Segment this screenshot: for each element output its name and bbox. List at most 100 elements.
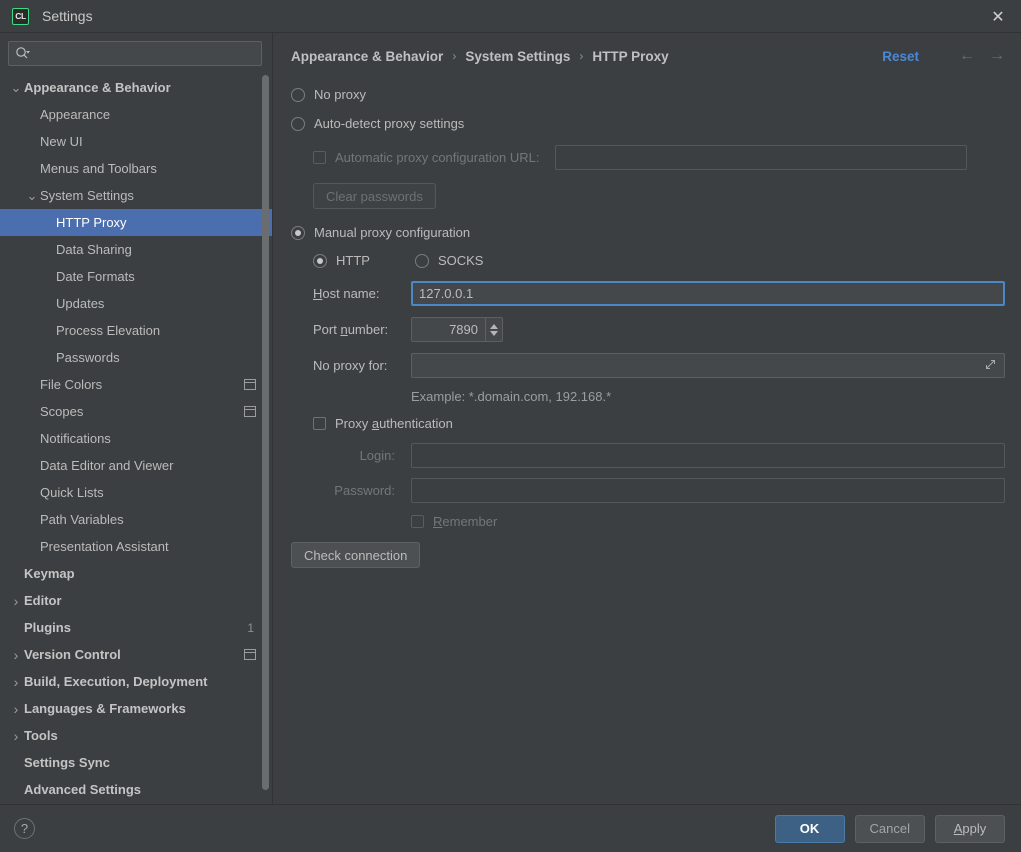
sidebar-item-version-control[interactable]: › Version Control — [0, 641, 272, 668]
check-connection-row: Check connection — [291, 542, 1005, 568]
password-input[interactable] — [411, 478, 1005, 503]
sidebar-item-keymap[interactable]: Keymap — [0, 560, 272, 587]
sidebar-item-build-execution-deployment[interactable]: › Build, Execution, Deployment — [0, 668, 272, 695]
remember-checkbox[interactable] — [411, 515, 424, 528]
http-radio[interactable] — [313, 253, 327, 268]
chevron-right-icon[interactable]: › — [8, 593, 24, 609]
sidebar-item-system-settings[interactable]: ⌄ System Settings — [0, 182, 272, 209]
manual-proxy-radio[interactable] — [291, 225, 305, 240]
no-proxy-radio[interactable] — [291, 87, 305, 102]
sidebar-item-file-colors[interactable]: File Colors — [0, 371, 272, 398]
sidebar-item-languages-frameworks[interactable]: › Languages & Frameworks — [0, 695, 272, 722]
plugins-count-badge: 1 — [247, 620, 254, 635]
port-label-post: umber: — [347, 322, 389, 337]
apply-button[interactable]: Apply — [935, 814, 1005, 843]
proxy-auth-pre: Proxy — [335, 416, 372, 431]
sidebar-item-label: Advanced Settings — [24, 782, 142, 797]
sidebar-scrollbar[interactable] — [262, 75, 269, 790]
sidebar-item-label: Passwords — [56, 350, 120, 365]
proxy-auth-mnemonic: a — [371, 416, 380, 431]
no-proxy-for-row: No proxy for: — [291, 353, 1005, 378]
sidebar-item-label: HTTP Proxy — [56, 215, 127, 230]
stepper-up-icon[interactable] — [490, 323, 498, 329]
socks-label: SOCKS — [437, 253, 484, 268]
auto-config-url-checkbox[interactable] — [313, 151, 326, 164]
cancel-button[interactable]: Cancel — [854, 814, 925, 843]
no-proxy-option[interactable]: No proxy — [291, 87, 1005, 102]
host-name-input[interactable]: 127.0.0.1 — [411, 281, 1005, 306]
port-stepper-buttons[interactable] — [485, 318, 502, 341]
sidebar-item-date-formats[interactable]: Date Formats — [0, 263, 272, 290]
auto-config-url-input[interactable] — [555, 145, 968, 170]
sidebar-item-presentation-assistant[interactable]: Presentation Assistant — [0, 533, 272, 560]
sidebar-item-data-editor-and-viewer[interactable]: Data Editor and Viewer — [0, 452, 272, 479]
port-number-value[interactable]: 7890 — [412, 318, 485, 341]
clear-passwords-row: Clear passwords — [291, 183, 1005, 209]
help-icon[interactable]: ? — [14, 818, 35, 839]
settings-content: Appearance & Behavior › System Settings … — [273, 33, 1021, 804]
stepper-down-icon[interactable] — [490, 330, 498, 336]
login-label: Login: — [359, 448, 395, 463]
login-input[interactable] — [411, 443, 1005, 468]
sidebar-item-label: Plugins — [24, 620, 71, 635]
sidebar-item-menus-and-toolbars[interactable]: Menus and Toolbars — [0, 155, 272, 182]
sidebar-item-updates[interactable]: Updates — [0, 290, 272, 317]
ok-button[interactable]: OK — [774, 814, 845, 843]
chevron-down-icon[interactable]: ⌄ — [24, 189, 40, 202]
chevron-right-icon[interactable]: › — [8, 674, 24, 690]
apply-label-rest: pply — [962, 821, 987, 836]
sidebar-item-appearance[interactable]: Appearance — [0, 101, 272, 128]
chevron-down-icon[interactable]: ⌄ — [8, 81, 24, 94]
proxy-auth-row[interactable]: Proxy authentication — [291, 416, 1005, 431]
chevron-right-icon[interactable]: › — [8, 647, 24, 663]
port-number-mnemonic: n — [340, 322, 348, 337]
sidebar-item-http-proxy[interactable]: HTTP Proxy — [0, 209, 272, 236]
auto-detect-option[interactable]: Auto-detect proxy settings — [291, 116, 1005, 131]
sidebar-item-label: Appearance — [40, 107, 111, 122]
sidebar-item-passwords[interactable]: Passwords — [0, 344, 272, 371]
chevron-right-icon[interactable]: › — [8, 728, 24, 744]
sidebar-item-path-variables[interactable]: Path Variables — [0, 506, 272, 533]
sidebar-item-tools[interactable]: › Tools — [0, 722, 272, 749]
manual-proxy-option[interactable]: Manual proxy configuration — [291, 225, 1005, 240]
manual-proxy-label: Manual proxy configuration — [314, 225, 471, 240]
breadcrumb-separator: › — [452, 49, 457, 63]
sidebar-item-editor[interactable]: › Editor — [0, 587, 272, 614]
sidebar-item-notifications[interactable]: Notifications — [0, 425, 272, 452]
forward-arrow-icon[interactable]: → — [989, 47, 1005, 65]
reset-link[interactable]: Reset — [882, 49, 919, 64]
sidebar-item-quick-lists[interactable]: Quick Lists — [0, 479, 272, 506]
no-proxy-for-input[interactable] — [411, 353, 1005, 378]
expand-icon[interactable] — [984, 358, 997, 374]
sidebar-item-settings-sync[interactable]: Settings Sync — [0, 749, 272, 776]
breadcrumb-item-0[interactable]: Appearance & Behavior — [291, 49, 443, 64]
sidebar-item-label: Build, Execution, Deployment — [24, 674, 208, 689]
close-icon[interactable]: ✕ — [975, 0, 1021, 33]
search-input[interactable] — [34, 42, 255, 65]
sidebar-item-advanced-settings[interactable]: Advanced Settings — [0, 776, 272, 803]
auto-detect-radio[interactable] — [291, 116, 305, 131]
breadcrumb-item-1[interactable]: System Settings — [465, 49, 570, 64]
example-hint-row: Example: *.domain.com, 192.168.* — [291, 389, 1005, 404]
sidebar-item-data-sharing[interactable]: Data Sharing — [0, 236, 272, 263]
sidebar-item-appearance-behavior[interactable]: ⌄ Appearance & Behavior — [0, 74, 272, 101]
clear-passwords-button[interactable]: Clear passwords — [313, 183, 436, 209]
check-connection-button[interactable]: Check connection — [291, 542, 421, 568]
socks-radio[interactable] — [414, 253, 429, 268]
sidebar-item-label: Notifications — [40, 431, 111, 446]
proxy-auth-checkbox[interactable] — [313, 417, 326, 430]
search-box[interactable] — [8, 41, 262, 66]
remember-row[interactable]: Remember — [291, 514, 1005, 529]
sidebar-item-scopes[interactable]: Scopes — [0, 398, 272, 425]
sidebar-item-process-elevation[interactable]: Process Elevation — [0, 317, 272, 344]
password-row: Password: — [291, 478, 1005, 503]
sidebar-item-label: Presentation Assistant — [40, 539, 169, 554]
sidebar-item-label: Keymap — [24, 566, 75, 581]
chevron-right-icon[interactable]: › — [8, 701, 24, 717]
back-arrow-icon[interactable]: ← — [959, 47, 975, 65]
app-logo-icon: CL — [12, 7, 29, 25]
sidebar-item-plugins[interactable]: Plugins 1 — [0, 614, 272, 641]
port-number-stepper[interactable]: 7890 — [411, 317, 503, 342]
apply-mnemonic: A — [953, 821, 963, 836]
sidebar-item-new-ui[interactable]: New UI — [0, 128, 272, 155]
